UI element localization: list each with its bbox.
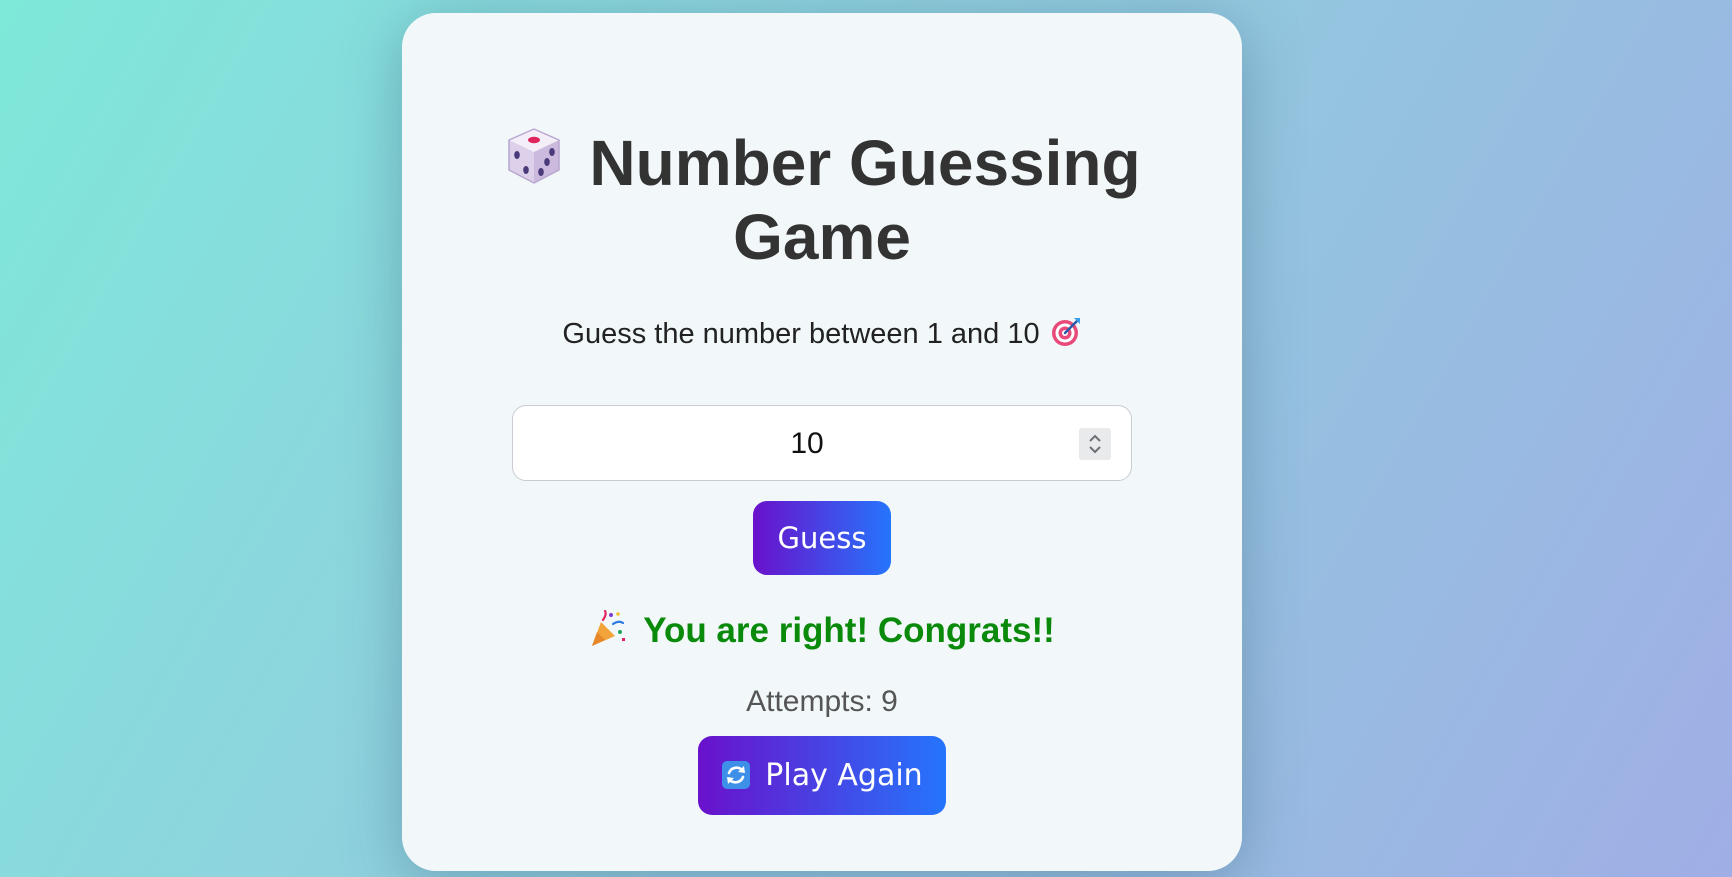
page-title: Number Guessing Game <box>402 125 1242 274</box>
guess-number-input[interactable]: 10 <box>512 405 1132 481</box>
title-text-line-1: Number Guessing <box>589 127 1141 199</box>
attempts-counter: Attempts: 9 <box>746 685 898 718</box>
refresh-icon <box>721 760 751 790</box>
instructions-text: Guess the number between 1 and 10 <box>562 318 1040 350</box>
title-line-1: Number Guessing <box>402 125 1242 200</box>
stepper-down-icon <box>1089 446 1101 454</box>
target-icon <box>1050 316 1082 348</box>
stepper-up-icon <box>1089 434 1101 442</box>
guess-button[interactable]: Guess <box>753 501 891 575</box>
guess-input-value: 10 <box>790 427 824 460</box>
play-again-label: Play Again <box>765 758 923 793</box>
dice-icon <box>503 125 565 187</box>
play-again-button[interactable]: Play Again <box>698 736 946 815</box>
game-card: Number Guessing Game Guess the number be… <box>402 13 1242 871</box>
result-message: You are right! Congrats!! <box>402 609 1242 651</box>
title-text-line-2: Game <box>733 201 911 273</box>
result-text: You are right! Congrats!! <box>643 611 1055 650</box>
instructions: Guess the number between 1 and 10 <box>402 316 1242 351</box>
number-stepper[interactable] <box>1079 428 1111 460</box>
party-popper-icon <box>589 609 627 648</box>
